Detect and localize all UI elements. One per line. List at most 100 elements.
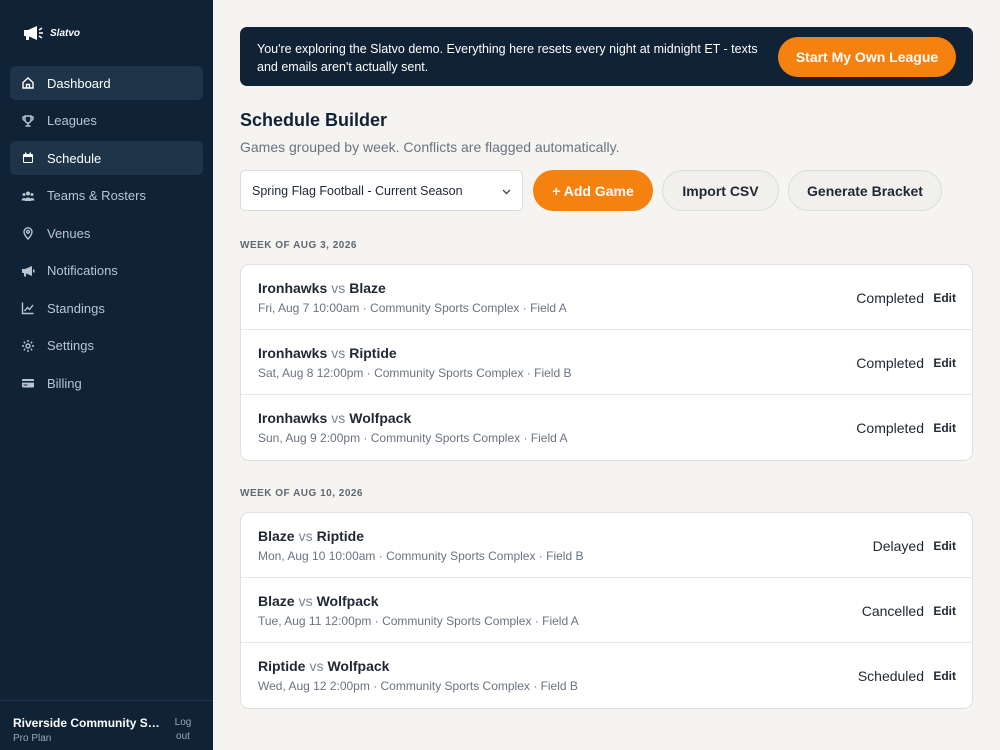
matchup: Ironhawks vs Riptide xyxy=(258,345,397,361)
away-team: Riptide xyxy=(349,345,397,361)
game-details: Sat, Aug 8 12:00pm · Community Sports Co… xyxy=(258,366,572,380)
vs-label: vs xyxy=(331,410,346,426)
week-label: WEEK OF AUG 3, 2026 xyxy=(240,240,357,251)
away-team: Blaze xyxy=(349,280,386,296)
matchup: Ironhawks vs Wolfpack xyxy=(258,410,411,426)
sidebar-item-label: Venues xyxy=(47,225,91,241)
sidebar-item-label: Billing xyxy=(47,375,82,391)
home-team: Ironhawks xyxy=(258,410,328,426)
generate-bracket-button[interactable]: Generate Bracket xyxy=(788,170,942,211)
sidebar-item-label: Leagues xyxy=(47,113,97,128)
edit-button[interactable]: Edit xyxy=(933,291,956,305)
game-status: Cancelled xyxy=(861,603,924,619)
sidebar: Slatvo Dashboard Leagues Schedule Teams … xyxy=(0,0,213,750)
page-title: Schedule Builder xyxy=(240,110,388,130)
home-team: Riptide xyxy=(258,658,306,674)
game-row: Ironhawks vs Wolfpack Sun, Aug 9 2:00pm · … xyxy=(241,395,972,460)
away-team: Wolfpack xyxy=(327,658,390,674)
matchup: Ironhawks vs Blaze xyxy=(258,280,386,296)
sidebar-item-settings[interactable]: Settings xyxy=(10,329,203,363)
edit-button[interactable]: Edit xyxy=(933,421,956,435)
week-card: Ironhawks vs Blaze Fri, Aug 7 10:00am · Co… xyxy=(240,264,973,461)
game-status: Completed xyxy=(856,420,924,436)
vs-label: vs xyxy=(309,658,324,674)
game-row: Blaze vs Wolfpack Tue, Aug 11 12:00pm · Co… xyxy=(241,578,972,643)
week-card: Blaze vs Riptide Mon, Aug 10 10:00am · Com… xyxy=(240,512,973,709)
sidebar-item-label: Standings xyxy=(47,300,105,316)
account-footer: Riverside Community Sports League Pro Pl… xyxy=(0,700,213,750)
logout-link[interactable]: Log out xyxy=(170,716,196,744)
week-label: WEEK OF AUG 10, 2026 xyxy=(240,488,363,499)
gear-icon xyxy=(22,339,34,352)
sidebar-item-label: Schedule xyxy=(47,150,102,166)
sidebar-item-dashboard[interactable]: Dashboard xyxy=(10,66,203,100)
game-details: Mon, Aug 10 10:00am · Community Sports C… xyxy=(258,549,584,563)
game-details: Sun, Aug 9 2:00pm · Community Sports Com… xyxy=(258,431,568,445)
org-name: Riverside Community Sports League xyxy=(13,716,165,730)
season-select-value: Spring Flag Football - Current Season xyxy=(252,183,463,198)
sidebar-item-venues[interactable]: Venues xyxy=(10,216,203,250)
home-team: Ironhawks xyxy=(258,345,328,361)
megaphone-logo-icon xyxy=(24,26,43,40)
start-league-button[interactable]: Start My Own League xyxy=(778,37,956,77)
home-team: Blaze xyxy=(258,593,295,609)
sidebar-item-notifications[interactable]: Notifications xyxy=(10,254,203,288)
season-select[interactable]: Spring Flag Football - Current Season xyxy=(240,170,523,211)
plan-label: Pro Plan xyxy=(13,733,52,744)
page-subtitle: Games grouped by week. Conflicts are fla… xyxy=(240,139,620,155)
game-status: Delayed xyxy=(872,538,924,554)
sidebar-item-label: Notifications xyxy=(47,263,118,278)
home-team: Blaze xyxy=(258,528,295,544)
sidebar-item-leagues[interactable]: Leagues xyxy=(10,104,203,138)
edit-button[interactable]: Edit xyxy=(933,356,956,370)
map-pin-icon xyxy=(23,227,33,240)
away-team: Wolfpack xyxy=(349,410,412,426)
edit-button[interactable]: Edit xyxy=(933,604,956,618)
vs-label: vs xyxy=(298,593,313,609)
game-details: Fri, Aug 7 10:00am · Community Sports Co… xyxy=(258,301,567,315)
game-row: Riptide vs Wolfpack Wed, Aug 12 2:00pm · C… xyxy=(241,643,972,708)
game-status: Completed xyxy=(856,355,924,371)
vs-label: vs xyxy=(298,528,313,544)
home-icon xyxy=(22,77,34,89)
sidebar-item-label: Dashboard xyxy=(47,75,111,91)
trophy-icon xyxy=(22,114,34,127)
users-icon xyxy=(21,191,35,201)
game-status: Scheduled xyxy=(857,668,924,684)
credit-card-icon xyxy=(22,379,34,388)
matchup: Riptide vs Wolfpack xyxy=(258,658,389,674)
import-csv-button[interactable]: Import CSV xyxy=(662,170,779,211)
brand-name: Slatvo xyxy=(50,27,81,39)
away-team: Riptide xyxy=(316,528,365,544)
megaphone-icon xyxy=(22,265,35,276)
game-status: Completed xyxy=(856,290,924,306)
away-team: Wolfpack xyxy=(316,593,379,609)
vs-label: vs xyxy=(331,280,346,296)
matchup: Blaze vs Riptide xyxy=(258,528,364,544)
banner-text: You're exploring the Slatvo demo. Everyt… xyxy=(257,42,758,74)
toolbar: Spring Flag Football - Current Season + … xyxy=(240,170,960,212)
sidebar-item-label: Settings xyxy=(47,338,94,353)
edit-button[interactable]: Edit xyxy=(933,539,956,553)
brand[interactable]: Slatvo xyxy=(22,24,80,42)
game-row: Ironhawks vs Riptide Sat, Aug 8 12:00pm · … xyxy=(241,330,972,395)
chevron-down-icon xyxy=(502,189,511,195)
add-game-button[interactable]: + Add Game xyxy=(533,170,653,211)
sidebar-item-teams-rosters[interactable]: Teams & Rosters xyxy=(10,179,203,213)
matchup: Blaze vs Wolfpack xyxy=(258,593,379,609)
game-details: Wed, Aug 12 2:00pm · Community Sports Co… xyxy=(258,679,578,693)
demo-banner: You're exploring the Slatvo demo. Everyt… xyxy=(240,27,973,86)
sidebar-item-standings[interactable]: Standings xyxy=(10,291,203,325)
vs-label: vs xyxy=(331,345,346,361)
game-row: Blaze vs Riptide Mon, Aug 10 10:00am · Com… xyxy=(241,513,972,578)
sidebar-nav: Dashboard Leagues Schedule Teams & Roste… xyxy=(10,66,203,404)
sidebar-item-label: Teams & Rosters xyxy=(47,188,146,203)
edit-button[interactable]: Edit xyxy=(933,669,956,683)
home-team: Ironhawks xyxy=(258,280,328,296)
chart-icon xyxy=(21,302,34,315)
calendar-icon xyxy=(23,152,33,163)
game-details: Tue, Aug 11 12:00pm · Community Sports C… xyxy=(258,614,579,628)
game-row: Ironhawks vs Blaze Fri, Aug 7 10:00am · Co… xyxy=(241,265,972,330)
sidebar-item-schedule[interactable]: Schedule xyxy=(10,141,203,175)
sidebar-item-billing[interactable]: Billing xyxy=(10,366,203,400)
